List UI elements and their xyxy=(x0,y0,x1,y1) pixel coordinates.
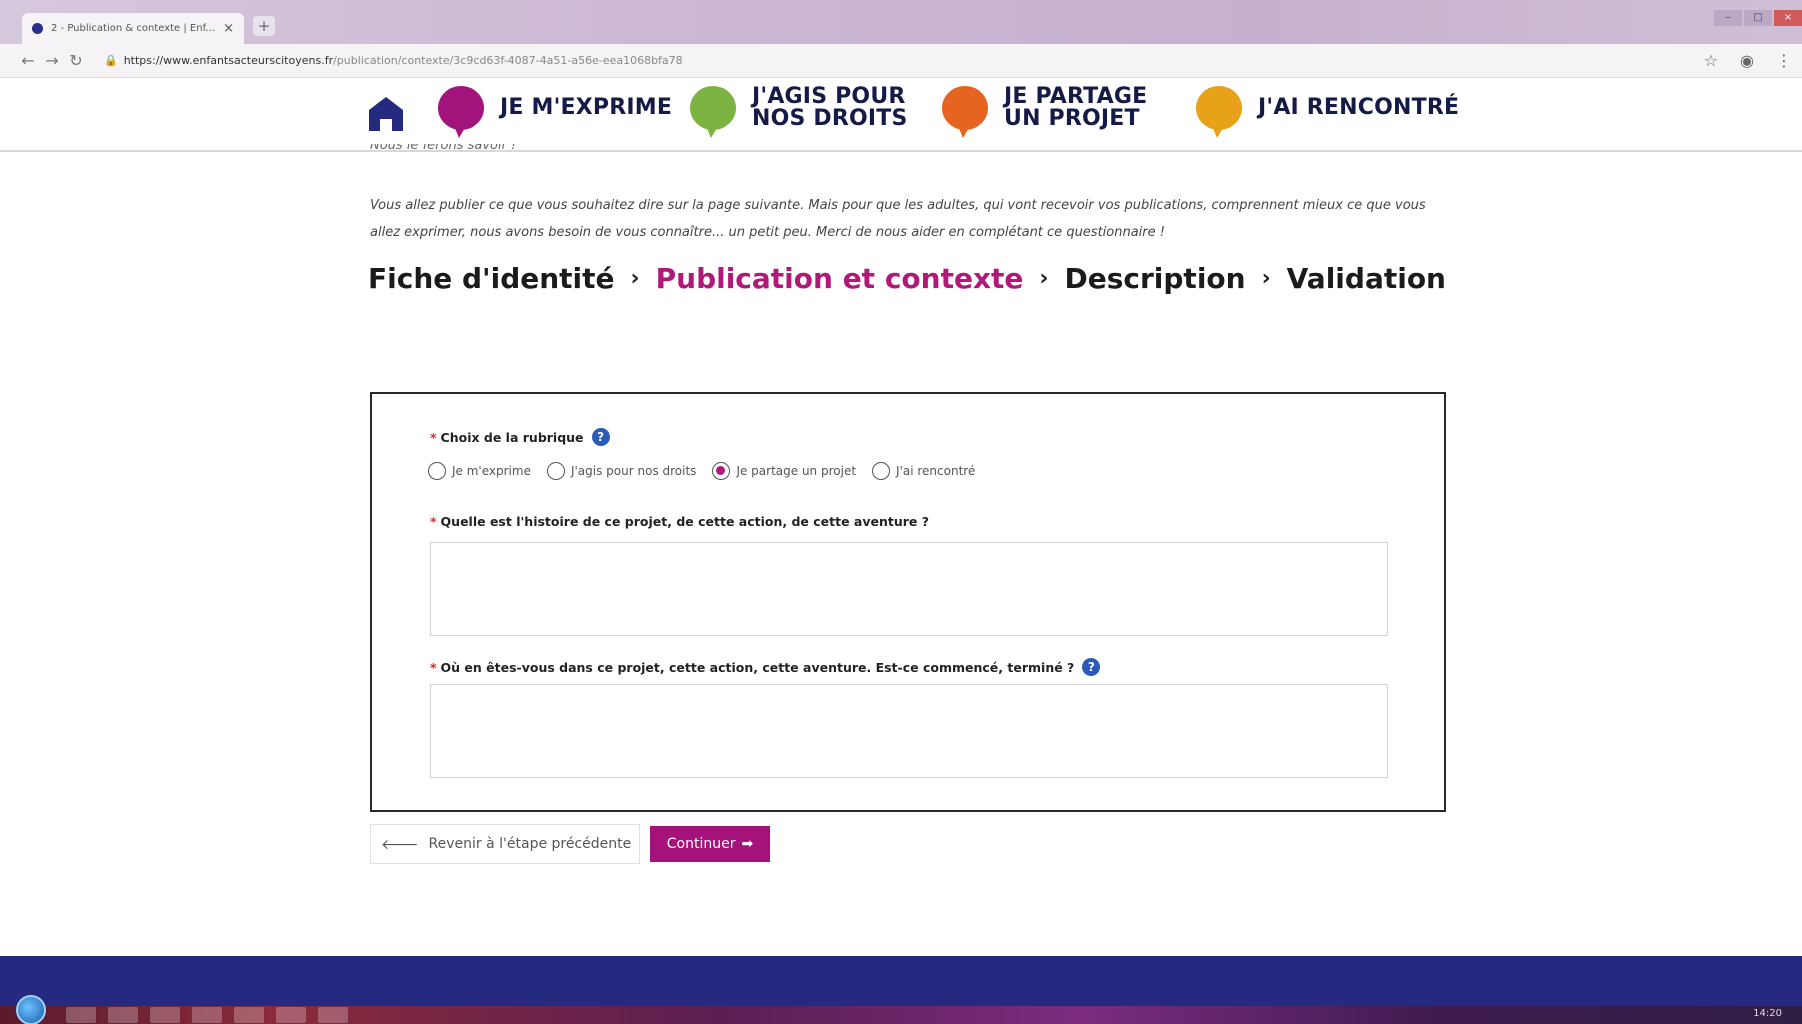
previous-step-label: Revenir à l'étape précédente xyxy=(428,836,632,852)
site-footer xyxy=(0,956,1802,1006)
breadcrumb: Fiche d'identité › Publication et contex… xyxy=(368,262,1446,295)
radio-j-agis-pour-nos-droits[interactable]: J'agis pour nos droits xyxy=(546,462,696,480)
radio-j-ai-rencontre[interactable]: J'ai rencontré xyxy=(872,462,975,480)
publication-form: * Choix de la rubrique ? Je m'exprime J'a… xyxy=(370,392,1446,812)
radio-button[interactable] xyxy=(428,462,446,480)
taskbar-app-icon[interactable] xyxy=(318,1007,348,1023)
menu-j-agis-pour-nos-droits[interactable]: J'AGIS POUR NOS DROITS xyxy=(690,84,908,138)
radio-je-partage-un-projet[interactable]: Je partage un projet xyxy=(712,462,856,480)
avancement-label: * Où en êtes-vous dans ce projet, cette a… xyxy=(430,658,1101,676)
close-window-icon[interactable]: × xyxy=(1774,10,1802,26)
step-validation: Validation xyxy=(1286,262,1446,295)
star-icon[interactable]: ☆ xyxy=(1704,51,1718,70)
taskbar-app-icon[interactable] xyxy=(108,1007,138,1023)
step-description: Description xyxy=(1064,262,1246,295)
histoire-label: * Quelle est l'histoire de ce projet, de … xyxy=(430,514,929,529)
favicon-icon xyxy=(32,23,43,34)
taskbar-app-icon[interactable] xyxy=(192,1007,222,1023)
back-icon[interactable]: ← xyxy=(16,51,40,70)
reload-icon[interactable]: ↻ xyxy=(64,51,88,70)
speech-bubble-icon xyxy=(438,86,484,138)
menu-icon[interactable]: ⋮ xyxy=(1776,51,1792,70)
os-taskbar: 14:20 xyxy=(0,995,1802,1024)
previous-step-button[interactable]: 🡐 Revenir à l'étape précédente xyxy=(370,824,640,864)
taskbar-apps xyxy=(66,1007,348,1023)
speech-bubble-icon xyxy=(942,86,988,138)
rubrique-label: * Choix de la rubrique ? xyxy=(430,428,610,446)
taskbar-app-icon[interactable] xyxy=(276,1007,306,1023)
radio-je-m-exprime[interactable]: Je m'exprime xyxy=(428,462,531,480)
required-mark: * xyxy=(430,659,437,675)
url-host: https://www.enfantsacteurscitoyens.fr xyxy=(123,54,334,67)
windows-start-icon[interactable] xyxy=(16,995,46,1024)
scrolled-text: Nous le ferons savoir ! xyxy=(370,144,517,153)
menu-je-m-exprime[interactable]: JE M'EXPRIME xyxy=(438,86,673,138)
rubrique-radio-group: Je m'exprime J'agis pour nos droits Je p… xyxy=(428,462,975,480)
minimize-icon[interactable]: – xyxy=(1714,10,1742,26)
menu-j-ai-rencontre[interactable]: J'AI RENCONTRÉ xyxy=(1196,86,1460,138)
radio-button-selected[interactable] xyxy=(712,462,731,480)
menu-label: JE M'EXPRIME xyxy=(500,95,673,120)
url-path: /publication/contexte/3c9cd63f-4087-4a51… xyxy=(333,54,683,67)
continue-label: Continuer xyxy=(666,836,736,852)
radio-button[interactable] xyxy=(546,462,565,480)
lock-icon: 🔒 xyxy=(104,54,118,67)
browser-tabbar: 2 - Publication & contexte | Enf... × + … xyxy=(0,0,1802,44)
continue-button[interactable]: Continuer ➡ xyxy=(650,826,770,862)
arrow-right-icon: ➡ xyxy=(741,836,754,852)
speech-bubble-icon xyxy=(1196,86,1242,138)
url-field[interactable]: https://www.enfantsacteurscitoyens.fr/pu… xyxy=(124,54,683,67)
account-icon[interactable]: ◉ xyxy=(1740,51,1754,70)
help-icon[interactable]: ? xyxy=(591,428,610,446)
speech-bubble-icon xyxy=(690,86,736,138)
radio-button[interactable] xyxy=(872,462,891,480)
window-title xyxy=(790,14,1050,28)
chevron-right-icon: › xyxy=(1261,266,1271,291)
window-controls: – □ × xyxy=(1714,10,1802,26)
forward-icon[interactable]: → xyxy=(40,51,64,70)
chevron-right-icon: › xyxy=(630,266,640,291)
arrow-left-icon: 🡐 xyxy=(381,836,419,853)
tab-close-icon[interactable]: × xyxy=(223,21,234,36)
browser-tab[interactable]: 2 - Publication & contexte | Enf... × xyxy=(22,13,244,44)
step-publication-contexte: Publication et contexte xyxy=(655,262,1024,295)
menu-je-partage-un-projet[interactable]: JE PARTAGE UN PROJET xyxy=(942,84,1148,138)
taskbar-app-icon[interactable] xyxy=(66,1007,96,1023)
menu-label: J'AGIS POUR NOS DROITS xyxy=(752,84,908,131)
required-mark: * xyxy=(430,429,437,445)
address-bar: ← → ↻ 🔒 https://www.enfantsacteurscitoye… xyxy=(0,44,1802,78)
help-icon[interactable]: ? xyxy=(1082,658,1101,676)
home-icon[interactable] xyxy=(366,94,406,134)
site-header: JE M'EXPRIME J'AGIS POUR NOS DROITS JE P… xyxy=(0,78,1802,152)
taskbar-app-icon[interactable] xyxy=(234,1007,264,1023)
maximize-icon[interactable]: □ xyxy=(1744,10,1772,26)
menu-label: J'AI RENCONTRÉ xyxy=(1258,95,1460,120)
step-fiche-identite: Fiche d'identité xyxy=(368,262,615,295)
required-mark: * xyxy=(430,514,437,529)
tab-title: 2 - Publication & contexte | Enf... xyxy=(51,23,215,34)
menu-label: JE PARTAGE UN PROJET xyxy=(1004,84,1148,131)
avancement-textarea[interactable] xyxy=(430,684,1388,778)
taskbar-app-icon[interactable] xyxy=(150,1007,180,1023)
chevron-right-icon: › xyxy=(1039,266,1049,291)
address-bar-actions: ☆ ◉ ⋮ xyxy=(1704,51,1792,70)
taskbar-clock: 14:20 xyxy=(1753,1008,1782,1019)
intro-text: Vous allez publier ce que vous souhaitez… xyxy=(370,198,1426,240)
histoire-textarea[interactable] xyxy=(430,542,1388,636)
new-tab-button[interactable]: + xyxy=(253,16,275,36)
